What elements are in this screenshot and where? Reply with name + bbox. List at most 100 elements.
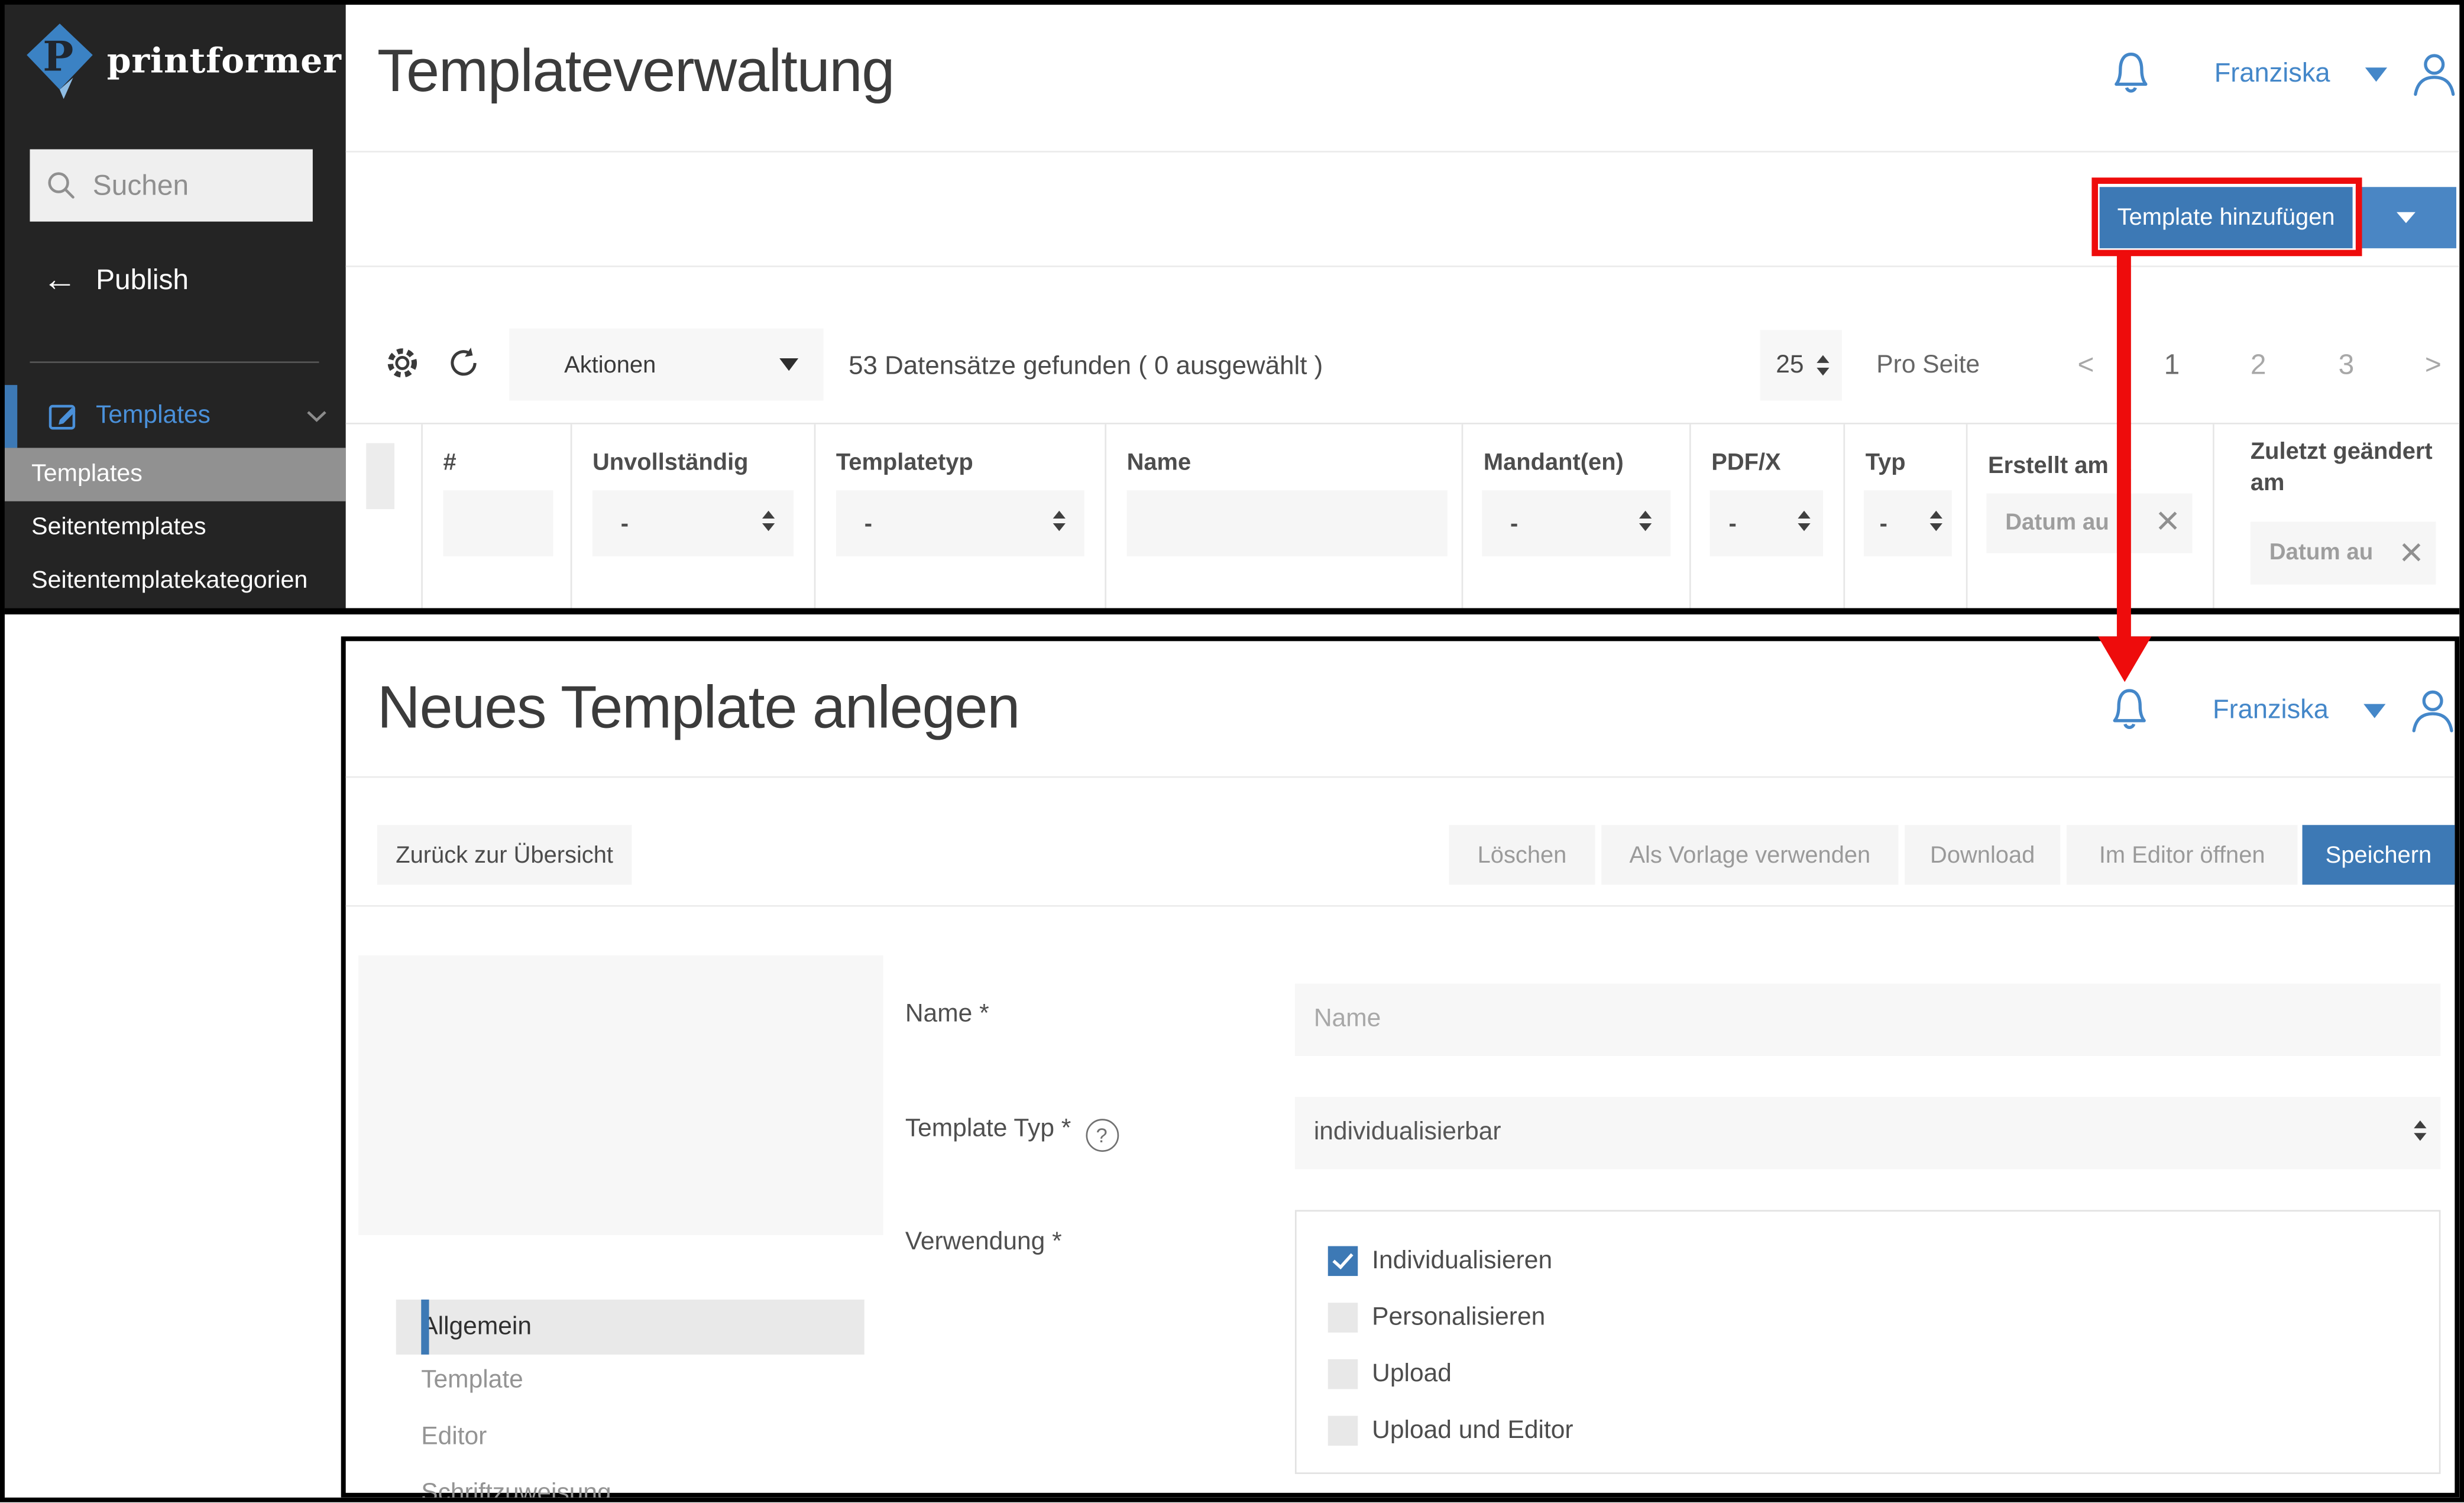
clear-icon[interactable] — [2400, 528, 2423, 576]
usage-options-group: Individualisieren Personalisieren Upload… — [1295, 1210, 2440, 1473]
user-caret-icon[interactable] — [2365, 67, 2387, 81]
sidebar-item-seitentemplatekategorien[interactable]: Seitentemplatekategorien — [5, 555, 346, 608]
add-template-button[interactable]: Template hinzufügen — [2100, 187, 2353, 248]
notifications-bell-icon[interactable] — [2109, 685, 2150, 736]
add-template-dropdown[interactable] — [2356, 187, 2456, 248]
column-unvollstaendig: Unvollständig - — [571, 425, 814, 610]
back-to-overview-button[interactable]: Zurück zur Übersicht — [377, 825, 632, 885]
detail-title: Neues Template anlegen — [377, 676, 1019, 743]
active-indicator — [5, 385, 17, 448]
stepper-arrows-icon — [762, 511, 775, 532]
user-avatar-icon[interactable] — [2408, 48, 2459, 99]
checkbox-individualisieren[interactable] — [1328, 1246, 1358, 1276]
annotation-arrow-head — [2098, 636, 2151, 682]
open-in-editor-button[interactable]: Im Editor öffnen — [2067, 825, 2298, 885]
checkbox-upload-und-editor[interactable] — [1328, 1416, 1358, 1446]
annotation-arrow-line — [2117, 253, 2131, 640]
nav-tab-editor[interactable]: Editor — [421, 1424, 487, 1452]
pager-prev-button[interactable] — [2077, 349, 2094, 382]
svg-text:P: P — [43, 33, 73, 81]
use-as-template-button[interactable]: Als Vorlage verwenden — [1601, 825, 1898, 885]
filter-zuletzt-geaendert-date[interactable]: Datum au — [2251, 521, 2436, 584]
publish-label: Publish — [96, 263, 189, 296]
search-icon — [46, 170, 77, 201]
app-root: P printformer Publish Templates — [0, 0, 2464, 1502]
user-name[interactable]: Franziska — [2214, 58, 2330, 89]
filter-unvollstaendig-select[interactable]: - — [592, 490, 794, 556]
filter-typ-select[interactable]: - — [1864, 490, 1952, 556]
save-button[interactable]: Speichern — [2303, 825, 2455, 885]
filter-mandanten-select[interactable]: - — [1482, 490, 1670, 556]
usage-option-upload-und-editor[interactable]: Upload und Editor — [1328, 1416, 1573, 1446]
logo[interactable]: P printformer — [25, 22, 342, 101]
template-typ-label: Template Typ * — [905, 1116, 1118, 1152]
clear-icon[interactable] — [2156, 497, 2180, 545]
sidebar-item-templates[interactable]: Templates — [5, 448, 346, 501]
verwendung-label: Verwendung * — [905, 1229, 1062, 1257]
column-mandanten: Mandant(en) - — [1462, 425, 1689, 610]
user-avatar-icon[interactable] — [2407, 685, 2457, 736]
download-button[interactable]: Download — [1905, 825, 2060, 885]
detail-panel: Neues Template anlegen Franziska Zurück … — [341, 636, 2460, 1497]
nav-tab-allgemein[interactable]: Allgemein — [396, 1300, 864, 1355]
sidebar-back-publish[interactable]: Publish — [43, 263, 189, 297]
logo-text: printformer — [107, 41, 342, 82]
divider — [346, 776, 2455, 778]
help-question-icon[interactable] — [1085, 1119, 1118, 1152]
sidebar-group-templates[interactable]: Templates — [5, 385, 346, 448]
stepper-arrows-icon — [1053, 511, 1066, 532]
divider — [346, 265, 2460, 267]
stepper-arrows-icon — [1817, 355, 1829, 376]
settings-gear-icon[interactable] — [385, 346, 419, 380]
filter-templatetyp-select[interactable]: - — [836, 490, 1084, 556]
sidebar-item-seitentemplates[interactable]: Seitentemplates — [5, 501, 346, 555]
page-size-stepper[interactable]: 25 — [1760, 330, 1842, 401]
name-label: Name * — [905, 1001, 989, 1029]
checkbox-upload[interactable] — [1328, 1359, 1358, 1389]
pager-next-button[interactable] — [2425, 349, 2442, 382]
pager-page-1[interactable]: 1 — [2164, 349, 2180, 382]
notifications-bell-icon[interactable] — [2110, 48, 2151, 99]
stepper-arrows-icon — [1930, 511, 1942, 532]
user-caret-icon[interactable] — [2363, 703, 2385, 717]
column-erstellt-am: Erstellt am Datum au — [1966, 425, 2213, 610]
filter-id-input[interactable] — [443, 490, 553, 556]
pager-page-2[interactable]: 2 — [2251, 349, 2267, 382]
usage-option-upload[interactable]: Upload — [1328, 1359, 1452, 1389]
column-templatetyp: Templatetyp - — [814, 425, 1105, 610]
actions-dropdown[interactable]: Aktionen — [509, 328, 824, 400]
nav-tab-template[interactable]: Template — [421, 1367, 523, 1395]
select-all-checkbox[interactable] — [366, 443, 394, 509]
page-title: Templateverwaltung — [377, 39, 894, 106]
filter-erstellt-am-date[interactable]: Datum au — [1986, 494, 2192, 553]
usage-option-individualisieren[interactable]: Individualisieren — [1328, 1246, 1552, 1276]
nav-tab-schriftzuweisung[interactable]: Schriftzuweisung — [421, 1481, 611, 1502]
active-indicator — [421, 1300, 429, 1355]
filter-name-input[interactable] — [1127, 490, 1448, 556]
template-name-input[interactable] — [1295, 984, 2440, 1056]
search-box[interactable] — [30, 149, 312, 221]
stepper-arrows-icon — [1798, 511, 1810, 532]
column-pdfx: PDF/X - — [1689, 425, 1843, 610]
user-menu: Franziska — [2110, 48, 2459, 99]
column-zuletzt-geaendert: Zuletzt geändert am Datum au — [2213, 425, 2459, 610]
divider — [346, 905, 2455, 907]
sidebar-group-label: Templates — [96, 402, 211, 430]
caret-down-icon — [2397, 212, 2416, 223]
template-typ-select[interactable]: individualisierbar — [1295, 1097, 2440, 1169]
column-name: Name — [1105, 425, 1461, 610]
arrow-left-icon — [43, 263, 77, 297]
settings-nav: Allgemein Template Editor Schriftzuweisu… — [358, 955, 883, 1235]
delete-button[interactable]: Löschen — [1449, 825, 1595, 885]
checkbox-personalisieren[interactable] — [1328, 1303, 1358, 1332]
filter-pdfx-select[interactable]: - — [1710, 490, 1823, 556]
records-summary: 53 Datensätze gefunden ( 0 ausgewählt ) — [849, 352, 1323, 381]
search-input[interactable] — [89, 167, 300, 203]
divider — [346, 151, 2460, 153]
usage-option-personalisieren[interactable]: Personalisieren — [1328, 1303, 1546, 1332]
refresh-icon[interactable] — [446, 346, 481, 380]
pager-page-3[interactable]: 3 — [2339, 349, 2355, 382]
user-name[interactable]: Franziska — [2213, 695, 2329, 726]
stepper-arrows-icon — [2414, 1120, 2426, 1141]
column-typ: Typ - — [1843, 425, 1966, 610]
